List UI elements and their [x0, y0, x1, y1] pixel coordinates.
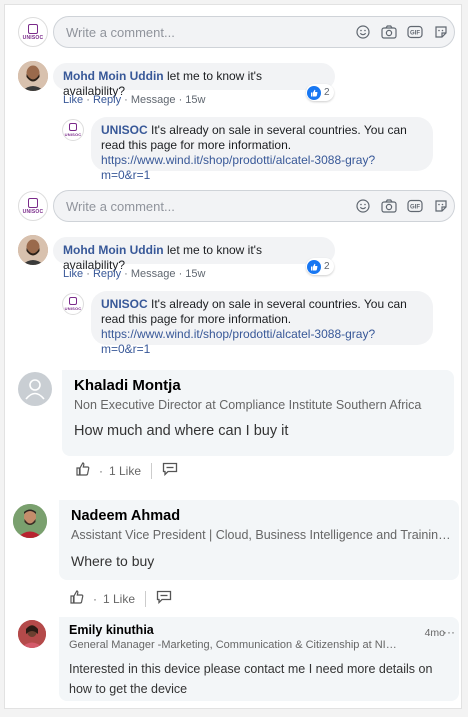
li-author-name[interactable]: Khaladi Montja [74, 377, 181, 394]
li-comment-card: Emily kinuthia General Manager -Marketin… [59, 617, 459, 701]
comment-actions: Like · Reply · Message · 15w [63, 268, 206, 280]
li-comment-card: Khaladi Montja Non Executive Director at… [62, 370, 454, 456]
li-author-title: Non Executive Director at Compliance Ins… [74, 398, 422, 412]
unisoc-logo-icon [28, 23, 38, 34]
gif-icon[interactable]: GIF [402, 196, 428, 216]
li-comment-text: Interested in this device please contact… [69, 662, 433, 696]
comment-actions: Like · Reply · Message · 15w [63, 94, 206, 106]
reply-link-url[interactable]: https://www.wind.it/shop/prodotti/alcate… [101, 153, 375, 182]
reply-bubble: UNISOC It's already on sale in several c… [91, 117, 433, 182]
reply-author[interactable]: UNISOC [101, 297, 148, 311]
default-avatar[interactable] [18, 372, 52, 406]
like-reaction-icon [307, 85, 321, 100]
li-comment-time: 4mo [424, 627, 445, 639]
li-comment-actions: · 1 Like [75, 461, 178, 480]
unisoc-logo-text: UNISOC [22, 34, 44, 41]
divider [151, 462, 153, 479]
unisoc-avatar: UNISOC [18, 191, 48, 221]
like-thumb-icon[interactable] [69, 589, 85, 608]
like-reaction-icon [307, 259, 321, 274]
gif-icon[interactable]: GIF [402, 22, 428, 42]
li-like-count[interactable]: 1 Like [103, 592, 135, 606]
comment-input-placeholder: Write a comment... [66, 24, 175, 40]
unisoc-logo-text: UNISOC [22, 208, 44, 215]
divider [145, 590, 147, 607]
svg-text:GIF: GIF [410, 205, 420, 211]
comment-input-placeholder: Write a comment... [66, 198, 175, 214]
unisoc-reply-avatar[interactable]: UNISOC [62, 119, 84, 141]
reply-bubble: UNISOC It's already on sale in several c… [91, 291, 433, 356]
li-author-title: Assistant Vice President | Cloud, Busine… [71, 528, 455, 542]
unisoc-logo-icon [28, 197, 38, 208]
like-link[interactable]: Like [63, 268, 83, 280]
unisoc-avatar: UNISOC [18, 17, 48, 47]
li-comment-actions: · 1 Like [69, 589, 172, 608]
comment-time[interactable]: 15w [185, 268, 205, 280]
li-author-title: General Manager -Marketing, Communicatio… [69, 639, 399, 651]
unisoc-logo-text: UNISOC [64, 306, 82, 311]
reply-link[interactable]: Reply [93, 268, 121, 280]
reply-link-url[interactable]: https://www.wind.it/shop/prodotti/alcate… [101, 327, 375, 356]
comment-input[interactable]: Write a comment... GIF [53, 190, 455, 222]
li-author-name[interactable]: Nadeem Ahmad [71, 508, 180, 524]
reaction-count[interactable]: 2 [306, 258, 334, 275]
commenter-avatar[interactable] [13, 504, 47, 538]
sticker-icon[interactable] [428, 196, 454, 216]
emoji-icon[interactable] [350, 196, 376, 216]
reply-link[interactable]: Reply [93, 94, 121, 106]
commenter-avatar[interactable] [18, 61, 48, 91]
emoji-icon[interactable] [350, 22, 376, 42]
li-author-name[interactable]: Emily kinuthia [69, 623, 154, 637]
commenter-avatar[interactable] [18, 620, 46, 648]
reaction-number: 2 [324, 87, 330, 98]
comment-bubble: Mohd Moin Uddin let me to know it's avai… [53, 63, 335, 98]
reply-bubble-icon[interactable] [162, 462, 178, 479]
li-comment-text: How much and where can I buy it [74, 423, 289, 439]
unisoc-logo-text: UNISOC [64, 132, 82, 137]
comment-time[interactable]: 15w [185, 94, 205, 106]
unisoc-logo-icon [69, 123, 77, 131]
commenter-avatar[interactable] [18, 235, 48, 265]
like-thumb-icon[interactable] [75, 461, 91, 480]
li-like-count[interactable]: 1 Like [109, 464, 141, 478]
comment-input[interactable]: Write a comment... GIF [53, 16, 455, 48]
camera-icon[interactable] [376, 22, 402, 42]
reply-bubble-icon[interactable] [156, 590, 172, 607]
camera-icon[interactable] [376, 196, 402, 216]
message-link[interactable]: Message [131, 268, 176, 280]
sticker-icon[interactable] [428, 22, 454, 42]
message-link[interactable]: Message [131, 94, 176, 106]
unisoc-reply-avatar[interactable]: UNISOC [62, 293, 84, 315]
svg-text:GIF: GIF [410, 31, 420, 37]
unisoc-logo-icon [69, 297, 77, 305]
comment-feed: UNISOC Write a comment... GIF Mohd Moin … [4, 4, 462, 709]
like-link[interactable]: Like [63, 94, 83, 106]
reply-author[interactable]: UNISOC [101, 123, 148, 137]
reaction-number: 2 [324, 261, 330, 272]
comment-author[interactable]: Mohd Moin Uddin [63, 243, 164, 257]
comment-author[interactable]: Mohd Moin Uddin [63, 69, 164, 83]
li-comment-card: Nadeem Ahmad Assistant Vice President | … [59, 500, 459, 580]
comment-bubble: Mohd Moin Uddin let me to know it's avai… [53, 237, 335, 272]
li-comment-text: Where to buy [71, 553, 155, 569]
reaction-count[interactable]: 2 [306, 84, 334, 101]
more-options-icon[interactable]: ··· [443, 625, 455, 639]
